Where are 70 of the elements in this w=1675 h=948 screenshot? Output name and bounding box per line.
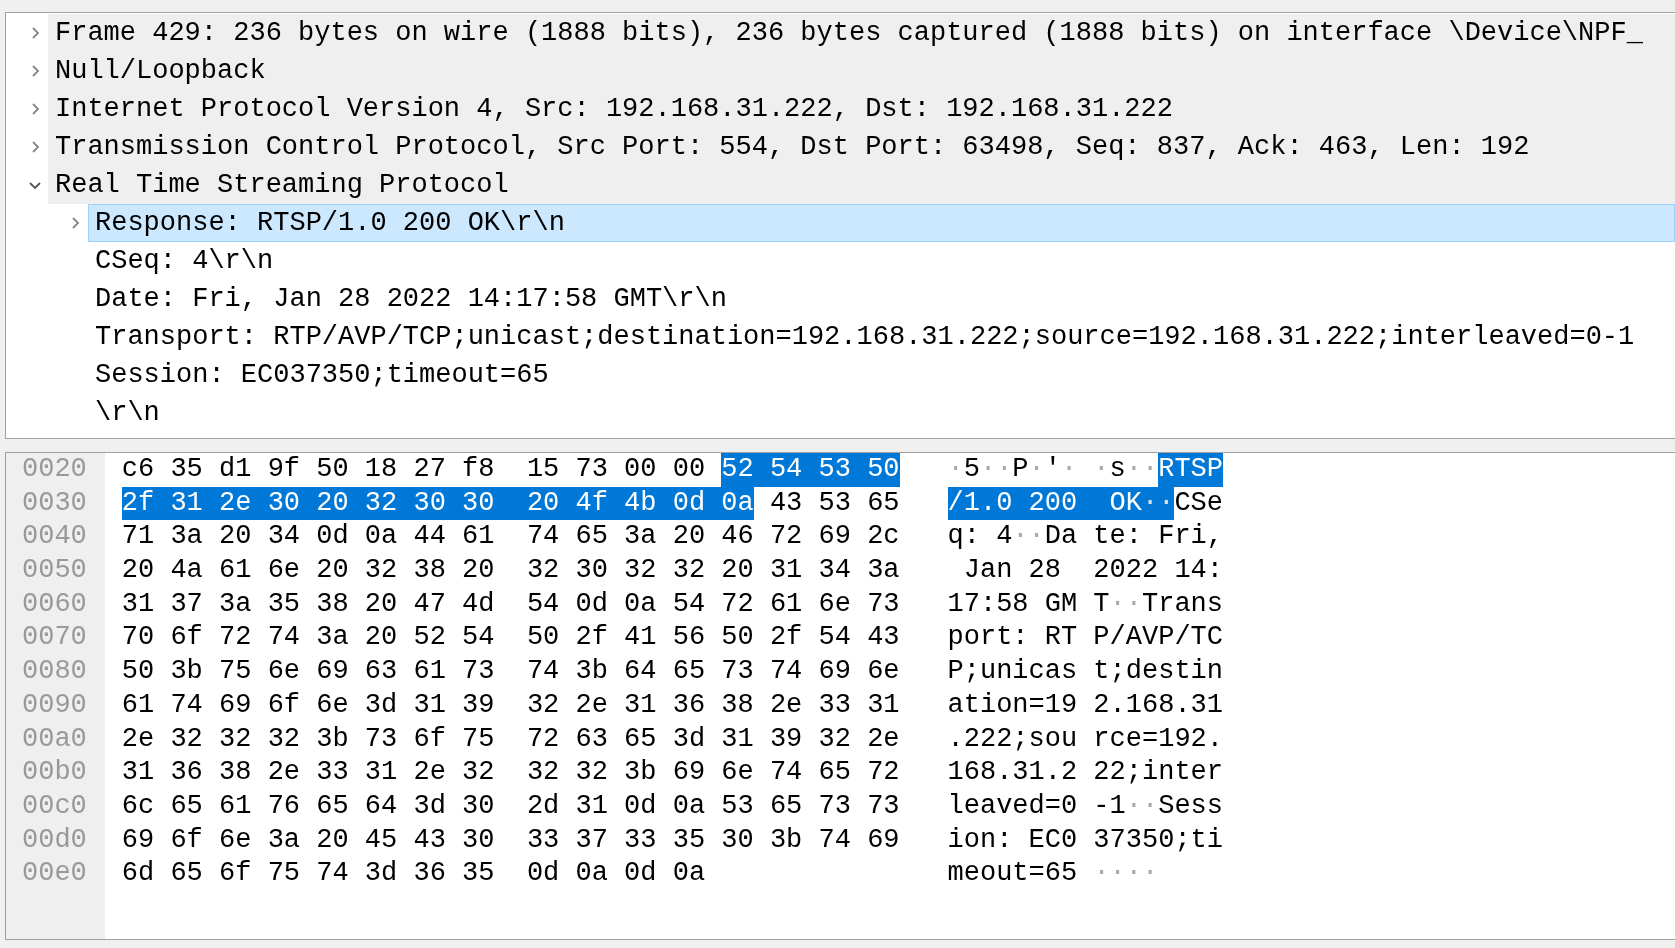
hex-bytes: 69 6f 6e 3a 20 45 43 30 33 37 33 35 30 3b 74 69 <box>121 823 900 857</box>
ascii-text: RTSP <box>1158 453 1223 487</box>
tree-item[interactable]: Session: EC037350;timeout=65 <box>88 356 1675 394</box>
nonprintable-dots: ·· <box>1109 587 1142 621</box>
hex-bytes: 2f 31 2e 30 20 32 30 30 20 4f 4b 0d 0a <box>121 486 754 521</box>
tree-item[interactable]: CSeq: 4\r\n <box>88 242 1675 280</box>
ascii-text: .222;sou rce=192. <box>947 722 1223 756</box>
ascii-text: P;unicas t;destin <box>947 655 1223 689</box>
byte-offset: 0050 <box>22 554 87 588</box>
ascii-text: Jan 28 2022 14: <box>962 554 1223 588</box>
byte-offset: 00d0 <box>22 823 87 857</box>
nonprintable-dots: ·· <box>1142 486 1175 521</box>
ascii-text: q: 4 <box>947 520 1013 554</box>
ascii-text: leaved=0 -1 <box>947 789 1126 823</box>
hex-bytes: 70 6f 72 74 3a 20 52 54 50 2f 41 56 50 2f 54 43 <box>121 621 900 655</box>
byte-offset: 00a0 <box>22 722 87 756</box>
tree-item[interactable]: Response: RTSP/1.0 200 OK\r\n <box>88 204 1675 242</box>
tree-item[interactable]: Null/Loopback <box>48 52 1675 90</box>
hex-bytes: 6d 65 6f 75 74 3d 36 35 0d 0a 0d 0a <box>121 857 706 891</box>
byte-offset: 0040 <box>22 520 87 554</box>
ascii-text: Trans <box>1142 587 1223 621</box>
ascii-text: CSe <box>1174 486 1223 520</box>
nonprintable-dots: · <box>1028 453 1045 486</box>
hex-bytes: 31 36 38 2e 33 31 2e 32 32 32 3b 69 6e 74 65 72 <box>121 756 900 790</box>
tree-item[interactable]: \r\n <box>88 394 1675 432</box>
nonprintable-dots: ·· <box>1125 453 1159 486</box>
byte-offset: 00b0 <box>22 756 87 790</box>
tree-item[interactable]: Transport: RTP/AVP/TCP;unicast;destination=192.168.31.222;source=192.168.31.222;interleaved=0-1 <box>88 318 1675 356</box>
tree-item[interactable]: Date: Fri, Jan 28 2022 14:17:58 GMT\r\n <box>88 280 1675 318</box>
ascii-text: ation=19 2.168.31 <box>947 688 1223 722</box>
nonprintable-dots: ·· <box>1012 520 1045 554</box>
hex-bytes: 50 3b 75 6e 69 63 61 73 74 3b 64 65 73 74 69 6e <box>121 655 900 689</box>
ascii-text: s <box>1109 453 1126 486</box>
ascii-text: ' <box>1044 453 1061 486</box>
ascii-text: /1.0 200 OK <box>947 486 1142 521</box>
byte-offset: 00e0 <box>22 857 87 891</box>
tree-item[interactable]: Real Time Streaming Protocol <box>48 166 1675 204</box>
nonprintable-dots: ·· <box>1125 789 1159 823</box>
ascii-text: P <box>1012 453 1029 486</box>
byte-offset: 0060 <box>22 587 87 621</box>
nonprintable-dots: · <box>947 453 964 486</box>
ascii-text: 5 <box>963 453 980 486</box>
byte-offset: 0020 <box>22 453 87 486</box>
hex-bytes: 52 54 53 50 <box>721 453 900 487</box>
byte-offset: 0080 <box>22 655 87 689</box>
nonprintable-dots: ·· <box>979 453 1013 486</box>
ascii-text: 17:58 GM T <box>947 587 1110 621</box>
hex-bytes: 43 53 65 <box>768 486 900 520</box>
hex-bytes: c6 35 d1 9f 50 18 27 f8 15 73 00 00 <box>121 453 707 486</box>
byte-offset: 0090 <box>22 688 87 722</box>
nonprintable-dots: · · <box>1060 453 1110 486</box>
hex-bytes: 71 3a 20 34 0d 0a 44 61 74 65 3a 20 46 72 69 2c <box>121 520 900 554</box>
nonprintable-dots: ···· <box>1093 857 1159 891</box>
byte-offset: 0070 <box>22 621 87 655</box>
hex-bytes: 6c 65 61 76 65 64 3d 30 2d 31 0d 0a 53 65 73 73 <box>121 789 900 823</box>
hex-bytes: 2e 32 32 32 3b 73 6f 75 72 63 65 3d 31 39 32 2e <box>121 722 900 756</box>
tree-item[interactable]: Internet Protocol Version 4, Src: 192.168.31.222, Dst: 192.168.31.222 <box>48 90 1675 128</box>
ascii-text: Sess <box>1158 789 1223 823</box>
ascii-text: 168.31.2 22;inter <box>947 756 1223 790</box>
hex-bytes: 31 37 3a 35 38 20 47 4d 54 0d 0a 54 72 61 6e 73 <box>121 587 900 621</box>
ascii-text: port: RT P/AVP/TC <box>947 621 1223 655</box>
tree-item[interactable]: Transmission Control Protocol, Src Port: 554, Dst Port: 63498, Seq: 837, Ack: 463, Len: 192 <box>48 128 1675 166</box>
ascii-text: meout=65 <box>947 857 1079 891</box>
ascii-text: ion: EC0 37350;ti <box>947 823 1223 857</box>
hex-bytes: 20 4a 61 6e 20 32 38 20 32 30 32 32 20 31 34 3a <box>121 554 900 588</box>
hex-bytes: 61 74 69 6f 6e 3d 31 39 32 2e 31 36 38 2e 33 31 <box>121 688 900 722</box>
byte-offset: 00c0 <box>22 789 87 823</box>
byte-offset: 0030 <box>22 486 87 520</box>
tree-item[interactable]: Frame 429: 236 bytes on wire (1888 bits), 236 bytes captured (1888 bits) on interface \Device\NPF_ <box>48 14 1675 52</box>
ascii-text: Da te: Fri, <box>1044 520 1223 554</box>
